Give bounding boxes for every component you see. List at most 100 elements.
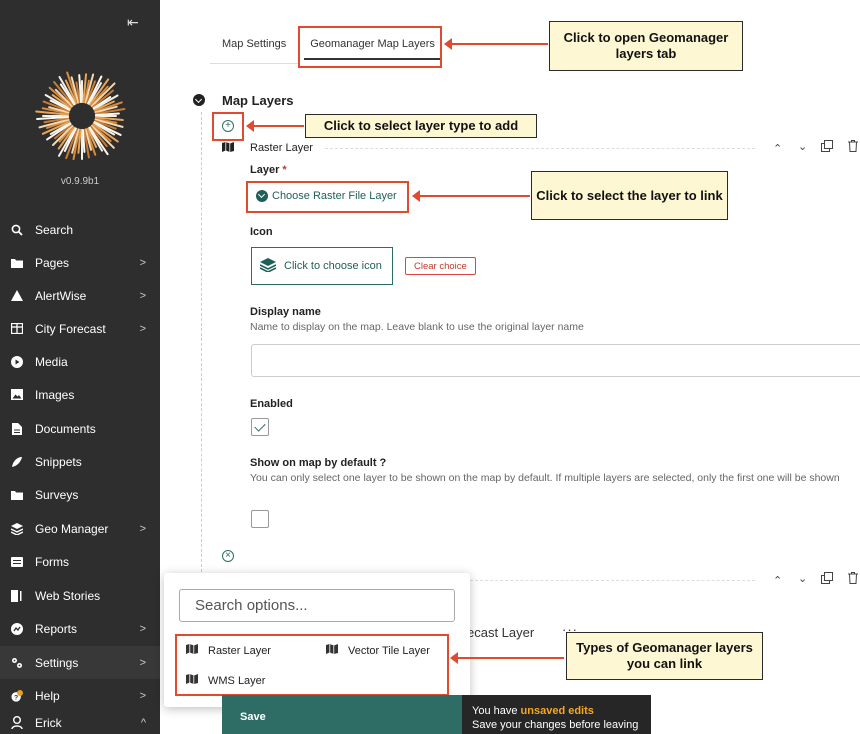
- sidebar-item-web-stories[interactable]: Web Stories: [0, 579, 160, 612]
- enabled-label: Enabled: [250, 398, 293, 410]
- sidebar-item-label: Reports: [35, 621, 78, 636]
- unsaved-edits-notice: You have unsaved edits Save your changes…: [462, 695, 651, 734]
- help-icon: ?: [11, 689, 23, 703]
- stream-guide-line: [201, 112, 202, 572]
- block-title: Raster Layer: [250, 142, 313, 154]
- layers-icon: [11, 522, 23, 535]
- sidebar-item-label: Snippets: [35, 454, 82, 469]
- annotation-arrow: [246, 120, 304, 132]
- layers-icon: [259, 257, 277, 275]
- show-default-help: You can only select one layer to be show…: [250, 472, 840, 484]
- folder-icon: [11, 490, 23, 500]
- chevron-right-icon: >: [139, 689, 146, 702]
- folder-icon: [11, 258, 23, 268]
- sidebar-item-media[interactable]: Media: [0, 345, 160, 378]
- tab-divider: [210, 63, 300, 64]
- sidebar-item-label: Geo Manager: [35, 521, 109, 536]
- sidebar-item-label: Media: [35, 354, 68, 369]
- block-title-partial: ecast Layer: [467, 625, 535, 640]
- sidebar-item-settings[interactable]: Settings >: [0, 646, 160, 679]
- duplicate-icon[interactable]: [821, 140, 833, 155]
- version-label: v0.9.9b1: [60, 176, 100, 187]
- svg-text:?: ?: [14, 694, 18, 701]
- sidebar-item-geo-manager[interactable]: Geo Manager >: [0, 512, 160, 545]
- chevron-right-icon: >: [139, 322, 146, 335]
- document-icon: [11, 422, 23, 435]
- move-down-icon[interactable]: ⌄: [798, 140, 807, 153]
- sidebar-item-label: Images: [35, 387, 75, 402]
- sidebar-item-label: Help: [35, 688, 60, 703]
- search-icon: [11, 224, 23, 236]
- sidebar-item-label: Documents: [35, 421, 96, 436]
- show-default-label: Show on map by default ?: [250, 457, 387, 469]
- sidebar-item-label: Search: [35, 222, 74, 237]
- sidebar-item-label: Pages: [35, 255, 70, 270]
- show-default-checkbox[interactable]: [251, 510, 269, 528]
- sidebar-item-label: Settings: [35, 655, 79, 670]
- chevron-up-icon: ^: [140, 716, 146, 729]
- layer-field-label: Layer *: [250, 164, 287, 176]
- sidebar-item-forms[interactable]: Forms: [0, 545, 160, 578]
- sidebar-item-city-forecast[interactable]: City Forecast >: [0, 312, 160, 345]
- delete-icon[interactable]: [848, 140, 858, 155]
- callout-types: Types of Geomanager layers you can link: [566, 632, 763, 680]
- form-icon: [11, 556, 23, 567]
- display-name-input[interactable]: [251, 344, 860, 377]
- sidebar-item-images[interactable]: Images: [0, 378, 160, 411]
- stories-icon: [11, 589, 23, 602]
- collapse-sidebar-icon[interactable]: ⇤: [127, 14, 139, 31]
- image-icon: [11, 389, 23, 400]
- sidebar-item-user[interactable]: Erick ^: [0, 706, 160, 734]
- highlight-tab: [298, 26, 442, 68]
- sidebar-item-label: City Forecast: [35, 321, 106, 336]
- settings-icon: [11, 657, 23, 669]
- sidebar-item-label: Web Stories: [35, 588, 101, 603]
- sidebar-item-documents[interactable]: Documents: [0, 412, 160, 445]
- delete-icon[interactable]: [848, 572, 858, 587]
- snippet-icon: [11, 456, 23, 468]
- reports-icon: [11, 622, 23, 635]
- collapse-map-layers-icon[interactable]: [193, 94, 205, 106]
- table-icon: [11, 323, 23, 334]
- sidebar-item-pages[interactable]: Pages >: [0, 246, 160, 279]
- user-icon: [11, 715, 23, 730]
- callout-tab: Click to open Geomanager layers tab: [549, 21, 743, 71]
- move-up-icon[interactable]: ⌃: [773, 142, 782, 155]
- sidebar-item-label: AlertWise: [35, 288, 87, 303]
- annotation-arrow: [412, 190, 530, 202]
- annotation-arrow: [444, 38, 548, 50]
- sidebar: ⇤ v0.9.9b1 Search Pages > AlertWise > Ci…: [0, 0, 160, 734]
- remove-block-icon[interactable]: ×: [222, 550, 234, 562]
- callout-add: Click to select layer type to add: [305, 114, 537, 138]
- chevron-right-icon: >: [139, 256, 146, 269]
- block-divider: [470, 580, 755, 581]
- save-button[interactable]: Save: [222, 695, 462, 734]
- tab-map-settings[interactable]: Map Settings: [210, 28, 298, 64]
- duplicate-icon[interactable]: [821, 572, 833, 587]
- warning-icon: [11, 290, 23, 301]
- choose-icon-button[interactable]: Click to choose icon: [251, 247, 393, 285]
- move-down-icon[interactable]: ⌄: [798, 572, 807, 585]
- sidebar-item-search[interactable]: Search: [0, 213, 160, 246]
- sidebar-item-reports[interactable]: Reports >: [0, 612, 160, 645]
- chevron-right-icon: >: [139, 622, 146, 635]
- search-options-input[interactable]: Search options...: [179, 589, 455, 622]
- callout-link: Click to select the layer to link: [531, 171, 728, 220]
- move-up-icon[interactable]: ⌃: [773, 574, 782, 587]
- sidebar-item-surveys[interactable]: Surveys: [0, 478, 160, 511]
- chevron-right-icon: >: [139, 522, 146, 535]
- play-icon: [11, 355, 23, 368]
- logo: [35, 71, 126, 161]
- highlight-add: [212, 112, 244, 141]
- enabled-checkbox[interactable]: [251, 418, 269, 436]
- sidebar-item-snippets[interactable]: Snippets: [0, 445, 160, 478]
- icon-field-label: Icon: [250, 226, 273, 238]
- clear-choice-button[interactable]: Clear choice: [405, 257, 476, 275]
- sidebar-item-label: Erick: [35, 715, 62, 730]
- display-name-help: Name to display on the map. Leave blank …: [250, 321, 584, 333]
- sidebar-item-alertwise[interactable]: AlertWise >: [0, 279, 160, 312]
- display-name-label: Display name: [250, 306, 321, 318]
- sidebar-item-label: Surveys: [35, 487, 79, 502]
- block-divider: [325, 148, 755, 149]
- chevron-right-icon: >: [139, 289, 146, 302]
